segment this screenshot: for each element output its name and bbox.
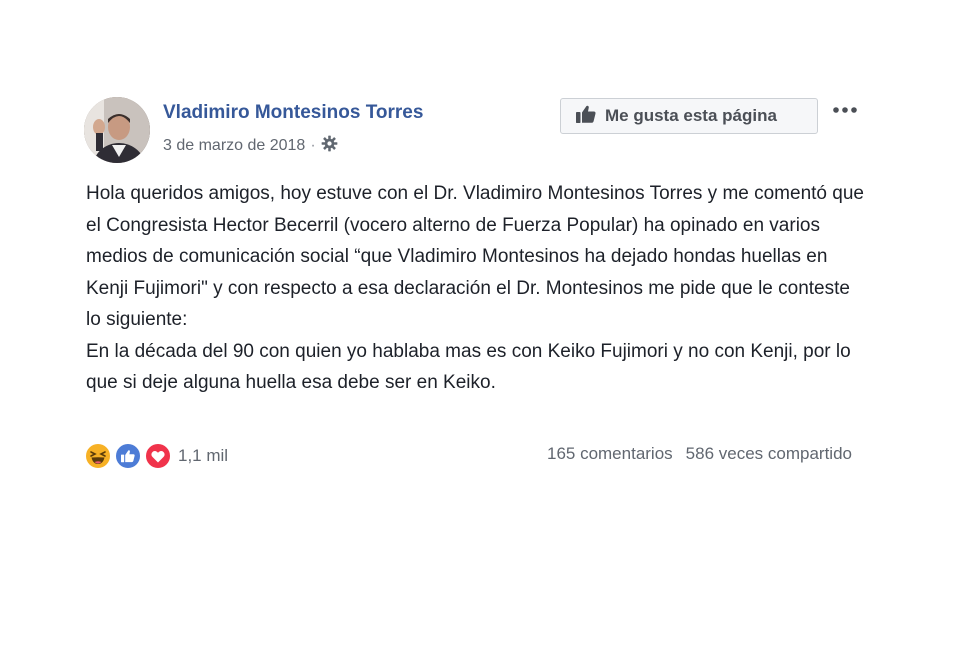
post-paragraph: Hola queridos amigos, hoy estuve con el …	[86, 183, 864, 330]
post-meta: 3 de marzo de 2018 ·	[163, 135, 338, 157]
meta-separator: ·	[310, 137, 316, 154]
thumbs-up-icon	[576, 105, 596, 128]
like-page-button[interactable]: Me gusta esta página	[560, 98, 818, 134]
haha-reaction-icon[interactable]	[84, 442, 112, 470]
like-page-label: Me gusta esta página	[605, 106, 777, 125]
author-name[interactable]: Vladimiro Montesinos Torres	[163, 102, 423, 124]
author-avatar[interactable]	[84, 97, 150, 163]
more-options-button[interactable]	[830, 100, 860, 120]
gear-icon[interactable]	[321, 135, 338, 157]
facebook-post: Vladimiro Montesinos Torres 3 de marzo d…	[0, 0, 980, 646]
reaction-icons	[84, 442, 176, 470]
post-paragraph: En la década del 90 con quien yo hablaba…	[86, 340, 851, 394]
reactions-summary[interactable]: 1,1 mil	[84, 442, 228, 470]
post-message: Hola queridos amigos, hoy estuve con el …	[86, 178, 866, 399]
ellipsis-icon	[832, 101, 858, 119]
shares-count-link[interactable]: 586 veces compartido	[686, 444, 852, 464]
post-date[interactable]: 3 de marzo de 2018	[163, 137, 305, 155]
engagement-counts: 165 comentarios 586 veces compartido	[547, 444, 852, 464]
comments-count-link[interactable]: 165 comentarios	[547, 444, 673, 464]
like-reaction-icon[interactable]	[114, 442, 142, 470]
reaction-count[interactable]: 1,1 mil	[178, 446, 228, 466]
love-reaction-icon[interactable]	[144, 442, 172, 470]
